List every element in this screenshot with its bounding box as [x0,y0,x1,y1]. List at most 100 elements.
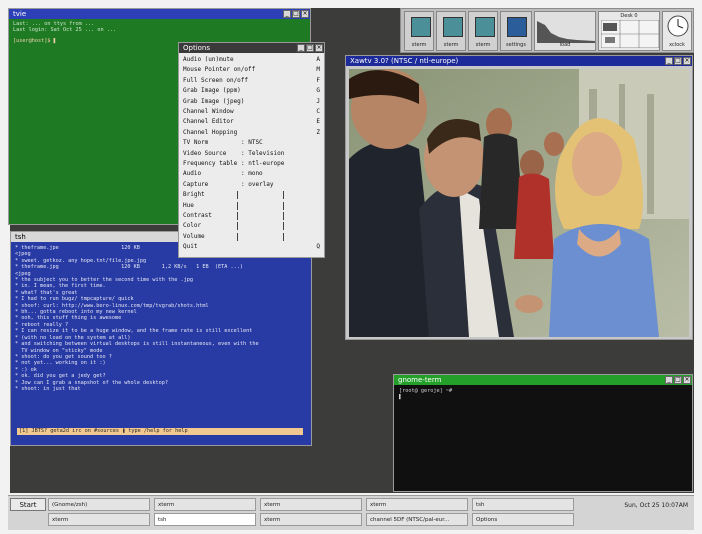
menu-item-label: Grab Image (jpeg) [183,97,245,105]
menu-item[interactable]: Color [183,222,320,231]
menu-item-shortcut: Q [316,243,320,251]
taskbar-clock: Sun, Oct 25 10:07AM [624,502,688,509]
window-titlebar[interactable]: gnome-term _ □ × [394,375,692,385]
slider-thumb[interactable] [283,191,284,200]
menu-item[interactable]: Bright [183,191,320,200]
taskbar-task-button[interactable]: xterm [260,513,362,526]
menu-item[interactable]: Channel Window C [183,108,320,116]
menu-item[interactable]: TV Norm: NTSC [183,139,320,147]
applet-label: xterm [475,42,491,48]
window-titlebar[interactable]: Options _ □ × [179,43,324,53]
panel-applet-settings[interactable]: settings [500,11,532,51]
menu-item-shortcut: A [316,56,320,63]
close-icon[interactable]: × [315,44,323,52]
menu-item[interactable]: Channel Hopping Z [183,129,320,137]
maximize-icon[interactable]: □ [674,57,682,65]
menu-item-shortcut: M [316,66,320,74]
slider-thumb[interactable] [283,212,284,220]
menu-item-label: Channel Editor [183,118,234,126]
terminal-output[interactable]: * theframe.jpe 120 KB <jpeg * sweet. getko… [15,245,307,392]
minimize-icon[interactable]: _ [297,44,305,52]
maximize-icon[interactable]: □ [292,10,300,18]
window-titlebar[interactable]: tvie _ □ × [9,9,310,19]
window-titlebar[interactable]: Xawtv 3.0? (NTSC / ntl-europe) _ □ × [346,56,692,66]
taskbar-task-button[interactable]: xterm [366,498,468,511]
panel-applet-xterm-1[interactable]: xterm [404,11,434,51]
slider-track[interactable] [237,212,238,220]
applet-label: settings [506,42,526,48]
menu-item[interactable]: Mouse Pointer on/off M [183,66,320,74]
applet-label: xclock [669,42,685,48]
menu-item[interactable]: Video Source : Television [183,150,320,158]
taskbar-task-button[interactable]: tsh [472,498,574,511]
maximize-icon[interactable]: □ [306,44,314,52]
panel-applet-xterm-3[interactable]: xterm [468,11,498,51]
menu-item[interactable]: Full Screen on/off F [183,77,320,85]
menu-item[interactable]: Grab Image (ppm) G [183,87,320,95]
menu-item-value: : Television [241,149,285,157]
menu-item-shortcut: E [316,118,320,126]
menu-item[interactable]: Audio: mono [183,170,320,178]
slider-track[interactable] [237,191,238,200]
root-terminal-window[interactable]: gnome-term _ □ × [root@ geroje] ~# ▌ [393,374,693,492]
applet-label: xterm [411,42,427,48]
menu-item[interactable]: Audio (un)mute A [183,56,320,64]
minimize-icon[interactable]: _ [665,376,673,384]
settings-icon [507,17,527,37]
options-menu-window[interactable]: Options _ □ × Audio (un)mute A Mouse Pointer… [178,42,325,258]
menu-item[interactable]: Hue [183,201,320,210]
menu-item-label: Quit [183,243,198,251]
menu-item-label: Channel Hopping [183,128,238,136]
menu-item[interactable]: Contrast [183,212,320,220]
menu-item[interactable]: Channel Editor E [183,118,320,126]
pager-grid-icon [601,20,659,48]
clock-icon [667,15,689,37]
menu-item-shortcut: J [316,97,320,105]
menu-item[interactable]: Quit Q [183,243,320,251]
panel-applet-xterm-2[interactable]: xterm [436,11,466,51]
close-icon[interactable]: × [683,57,691,65]
taskbar-task-button[interactable]: xterm [48,513,150,526]
slider-track[interactable] [237,222,238,231]
terminal-output[interactable]: [root@ geroje] ~# ▌ [399,388,688,401]
taskbar-task-button[interactable]: (Gnome/zsh) [48,498,150,511]
tv-video-frame[interactable] [349,69,689,337]
desk-pager[interactable]: Desk 0 [598,11,660,51]
minimize-icon[interactable]: _ [283,10,291,18]
slider-thumb[interactable] [283,232,284,241]
terminal-output[interactable]: Last: ... on ttys from ... Last login: S… [13,21,306,44]
menu-item[interactable]: Grab Image (jpeg) J [183,98,320,106]
taskbar-task-button[interactable]: xterm [154,498,256,511]
slider-track[interactable] [237,232,238,241]
menu-item-label: Color [183,222,202,230]
close-icon[interactable]: × [683,376,691,384]
taskbar-task-button[interactable]: Options [472,513,574,526]
taskbar-task-button[interactable]: tsh [154,513,256,526]
slider-thumb[interactable] [283,222,284,231]
menu-item[interactable]: Volume [183,232,320,241]
taskbar-task-button[interactable]: xterm [260,498,362,511]
slider-thumb[interactable] [283,201,284,210]
menu-item-label: Video Source [183,149,227,157]
start-button[interactable]: Start [10,498,46,511]
tv-video-window[interactable]: Xawtv 3.0? (NTSC / ntl-europe) _ □ × [345,55,693,340]
terminal-cursor: ▌ [399,394,403,401]
slider-track[interactable] [237,201,238,210]
terminal-line: * shoot: in just that [15,385,81,392]
menu-item-label: TV Norm [183,139,209,147]
minimize-icon[interactable]: _ [665,57,673,65]
window-title: tsh [15,233,26,241]
menu-item-label: Full Screen on/off [183,76,249,84]
irc-status-bar: [1] JBTS? geta2d irc on #sources ❚ type … [17,428,303,435]
menu-item-label: Audio [183,170,202,178]
taskbar-task-button[interactable]: channel 5DF (NTSC/pal-eur... [366,513,468,526]
menu-item[interactable]: Capture: overlay [183,181,320,189]
taskbar: Start (Gnome/zsh) xterm xterm xterm tsh xterm… [8,495,694,530]
gnome-panel: xterm xterm xterm settings load Desk 0 x… [400,8,694,53]
irc-terminal-window[interactable]: tsh _□× * theframe.jpe 120 KB<jpeg* swee… [10,231,312,446]
menu-item-label: Capture [183,180,209,188]
menu-item[interactable]: Frequency table: ntl-europe [183,160,320,168]
menu-item-shortcut: Z [316,128,320,136]
maximize-icon[interactable]: □ [674,376,682,384]
close-icon[interactable]: × [301,10,309,18]
